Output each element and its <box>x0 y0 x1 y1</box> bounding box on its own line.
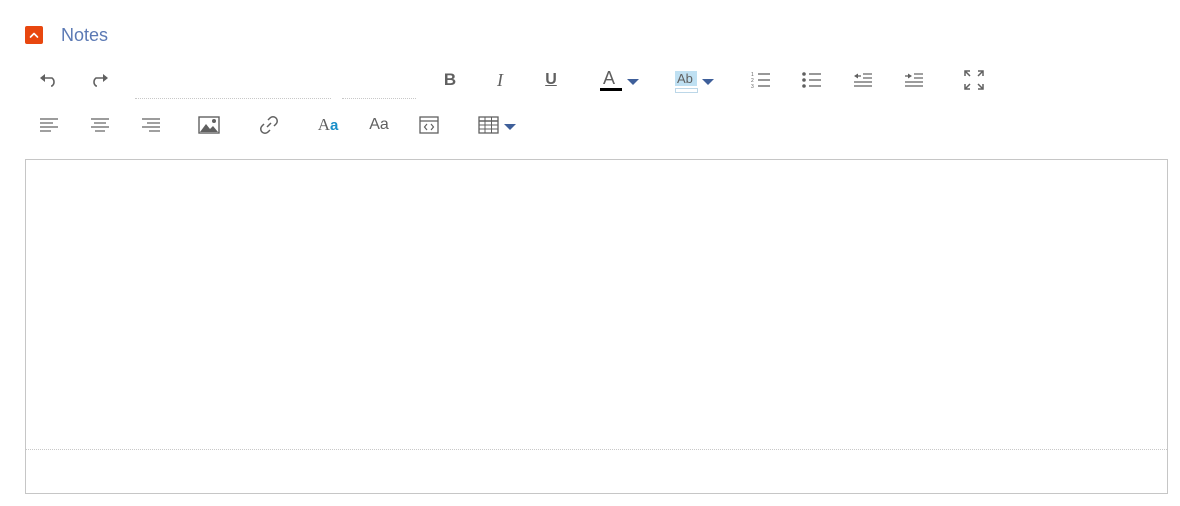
outdent-button[interactable] <box>851 64 875 96</box>
link-icon <box>260 116 278 134</box>
indent-icon <box>905 73 923 87</box>
fullscreen-button[interactable] <box>962 64 986 96</box>
redo-icon <box>93 74 108 87</box>
chevron-down-icon <box>627 79 639 85</box>
editor-status-bar <box>26 449 1167 493</box>
highlight-color-button[interactable]: Ab <box>673 64 719 96</box>
underline-icon: U <box>545 71 557 88</box>
editor-content-area[interactable] <box>26 160 1167 449</box>
fullscreen-icon <box>964 70 984 90</box>
bold-icon: B <box>443 70 457 89</box>
bulleted-list-button[interactable] <box>800 64 824 96</box>
align-right-button[interactable] <box>139 109 163 141</box>
notes-section-header: Notes <box>25 24 108 46</box>
align-right-icon <box>142 118 160 132</box>
insert-link-button[interactable] <box>257 109 281 141</box>
numbered-list-icon: 1 2 3 <box>751 72 770 89</box>
redo-button[interactable] <box>87 64 111 96</box>
table-icon <box>478 116 499 134</box>
numbered-list-button[interactable]: 1 2 3 <box>749 64 773 96</box>
toolbar-row-1: B I U A Ab 1 2 3 <box>25 64 1025 99</box>
notes-editor <box>25 159 1168 494</box>
chevron-down-icon <box>702 79 714 85</box>
source-code-icon <box>419 116 439 134</box>
font-size-select[interactable] <box>342 70 416 99</box>
image-icon <box>198 116 220 134</box>
highlight-color-icon: Ab <box>673 68 698 93</box>
text-style-icon: Aa <box>317 115 339 134</box>
svg-text:3: 3 <box>751 84 754 89</box>
text-color-button[interactable]: A <box>598 64 644 96</box>
chevron-up-icon <box>29 32 39 38</box>
text-style-button[interactable]: Aa <box>315 109 341 141</box>
clear-format-button[interactable]: Aa <box>366 109 392 141</box>
italic-icon: I <box>497 69 503 90</box>
undo-icon <box>40 74 55 87</box>
section-title: Notes <box>61 25 109 45</box>
insert-table-button[interactable] <box>478 109 520 141</box>
source-code-button[interactable] <box>417 109 441 141</box>
indent-button[interactable] <box>902 64 926 96</box>
font-family-select[interactable] <box>135 70 331 99</box>
toolbar-row-2: Aa Aa <box>25 109 1025 141</box>
align-left-icon <box>40 118 58 132</box>
text-color-icon: A <box>598 68 622 92</box>
clear-format-icon: Aa <box>369 116 389 133</box>
bulleted-list-icon <box>802 72 821 88</box>
undo-button[interactable] <box>37 64 61 96</box>
chevron-down-icon <box>504 124 516 130</box>
underline-button[interactable]: U <box>539 64 563 96</box>
italic-button[interactable]: I <box>488 64 512 96</box>
align-center-icon <box>91 118 109 132</box>
insert-image-button[interactable] <box>197 109 221 141</box>
outdent-icon <box>854 73 872 87</box>
align-left-button[interactable] <box>37 109 61 141</box>
bold-button[interactable]: B <box>438 64 462 96</box>
align-center-button[interactable] <box>88 109 112 141</box>
collapse-button[interactable] <box>25 26 43 44</box>
